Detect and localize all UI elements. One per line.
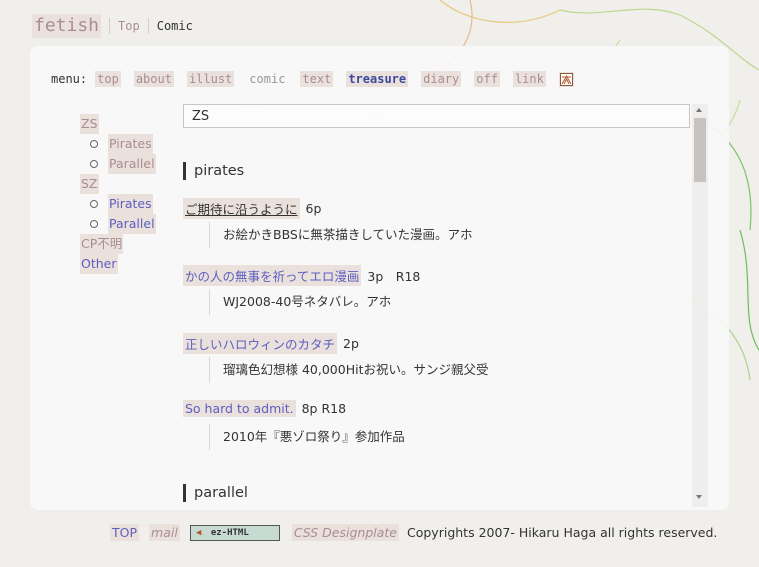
category-sidebar: ZS Pirates Parallel SZ Pirates Parallel … bbox=[80, 114, 156, 274]
heading-bar bbox=[183, 162, 186, 180]
comic-description: お絵かきBBSに無茶描きしていた漫画。アホ bbox=[209, 222, 473, 248]
comic-description: 2010年『悪ゾロ祭り』参加作品 bbox=[209, 424, 405, 450]
footer-mail-link[interactable]: mail bbox=[149, 524, 180, 541]
breadcrumb-top-link[interactable]: Top bbox=[118, 19, 140, 33]
scroll-down-icon[interactable] bbox=[696, 495, 702, 499]
sidebar-item-other[interactable]: Other bbox=[80, 254, 118, 274]
menu-item-off[interactable]: off bbox=[474, 71, 500, 87]
main-menu: menu: top about illust comic text treasu… bbox=[51, 71, 587, 87]
menu-item-comic: comic bbox=[249, 72, 286, 86]
comic-meta: 6p bbox=[305, 201, 322, 216]
menu-item-about[interactable]: about bbox=[133, 71, 174, 87]
section-title: parallel bbox=[194, 485, 248, 501]
comic-description: 瑠璃色幻想様 40,000Hitお祝い。サンジ親父受 bbox=[209, 357, 489, 383]
comic-title-link[interactable]: かの人の無事を祈ってエロ漫画 bbox=[183, 265, 362, 286]
section-title: pirates bbox=[194, 163, 245, 179]
bullet-icon bbox=[90, 140, 98, 148]
link-banner-icon[interactable] bbox=[558, 71, 574, 87]
sidebar-item-zs[interactable]: ZS bbox=[80, 114, 99, 134]
sidebar-item-cp-unknown[interactable]: CP不明 bbox=[80, 234, 124, 254]
list-item: かの人の無事を祈ってエロ漫画 3p R18 WJ2008-40号ネタバレ。アホ bbox=[183, 265, 683, 315]
bullet-icon bbox=[90, 200, 98, 208]
footer-top-link[interactable]: TOP bbox=[110, 524, 140, 541]
menu-item-text[interactable]: text bbox=[300, 71, 334, 87]
breadcrumb-current: Comic bbox=[156, 19, 193, 33]
sidebar-item-sz[interactable]: SZ bbox=[80, 174, 99, 194]
copyright-text: Copyrights 2007- Hikaru Haga all rights … bbox=[407, 525, 718, 540]
list-item: ご期待に沿うように 6p お絵かきBBSに無茶描きしていた漫画。アホ bbox=[183, 198, 683, 248]
menu-item-illust[interactable]: illust bbox=[186, 71, 235, 87]
site-header: fetish Top Comic bbox=[32, 14, 193, 38]
sidebar-item-sz-parallel[interactable]: Parallel bbox=[108, 214, 156, 234]
comic-title-link[interactable]: So hard to admit. bbox=[183, 400, 296, 417]
comic-meta: 3p R18 bbox=[367, 269, 421, 284]
comic-meta: 2p bbox=[343, 336, 359, 351]
menu-item-link[interactable]: link bbox=[512, 71, 546, 87]
site-footer: TOP mail ◀ ez-HTML CSS Designplate Copyr… bbox=[110, 524, 717, 541]
badge-label: ez-HTML bbox=[210, 527, 249, 538]
comic-description: WJ2008-40号ネタバレ。アホ bbox=[209, 289, 391, 315]
heading-bar bbox=[183, 484, 186, 502]
selected-category-heading: ZS bbox=[183, 104, 690, 128]
ez-html-badge[interactable]: ◀ ez-HTML bbox=[189, 524, 280, 541]
vertical-scrollbar[interactable] bbox=[692, 104, 708, 507]
comic-meta: 8p R18 bbox=[301, 401, 347, 416]
sidebar-item-zs-parallel[interactable]: Parallel bbox=[108, 154, 156, 174]
menu-item-diary[interactable]: diary bbox=[421, 71, 462, 87]
footer-css-designplate-link[interactable]: CSS Designplate bbox=[291, 524, 399, 541]
site-title[interactable]: fetish bbox=[32, 14, 102, 38]
sidebar-item-sz-pirates[interactable]: Pirates bbox=[108, 194, 153, 214]
section-heading-parallel: parallel bbox=[183, 484, 248, 502]
bullet-icon bbox=[90, 220, 98, 228]
sidebar-item-zs-pirates[interactable]: Pirates bbox=[108, 134, 153, 154]
scroll-thumb[interactable] bbox=[694, 118, 706, 182]
section-heading-pirates: pirates bbox=[183, 162, 244, 180]
ez-html-badge-icon: ◀ bbox=[195, 527, 202, 538]
header-divider bbox=[109, 18, 111, 34]
menu-label: menu: bbox=[51, 72, 88, 86]
header-divider bbox=[147, 18, 149, 34]
comic-title-link[interactable]: ご期待に沿うように bbox=[183, 198, 300, 219]
list-item: 正しいハロウィンのカタチ 2p 瑠璃色幻想様 40,000Hitお祝い。サンジ親… bbox=[183, 333, 683, 383]
scroll-up-icon[interactable] bbox=[696, 108, 702, 112]
menu-item-treasure[interactable]: treasure bbox=[346, 71, 409, 87]
list-item: So hard to admit. 8p R18 2010年『悪ゾロ祭り』参加作… bbox=[183, 400, 683, 450]
comic-list-frame[interactable]: ZS pirates ご期待に沿うように 6p お絵かきBBSに無茶描きしていた… bbox=[183, 104, 708, 507]
comic-title-link[interactable]: 正しいハロウィンのカタチ bbox=[183, 333, 338, 354]
menu-item-top[interactable]: top bbox=[95, 71, 121, 87]
bullet-icon bbox=[90, 160, 98, 168]
